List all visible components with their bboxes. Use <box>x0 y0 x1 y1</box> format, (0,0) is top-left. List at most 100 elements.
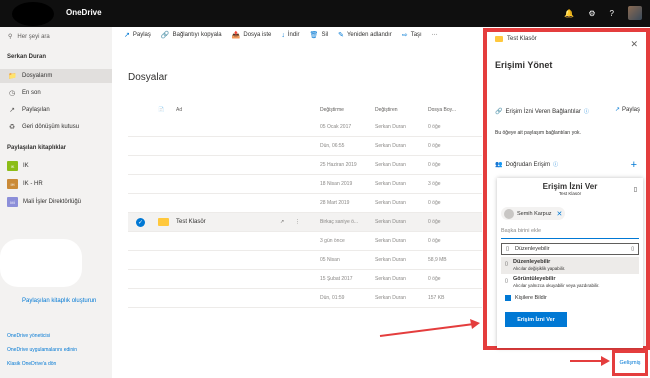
rename-command[interactable]: ✎ Yeniden adlandır <box>338 31 392 39</box>
column-header-modified-by[interactable]: Değiştiren <box>375 107 398 113</box>
gear-icon[interactable]: ⚙ <box>588 9 595 18</box>
view-icon: ▯ <box>505 278 508 284</box>
column-label: Dosya Boy... <box>428 107 456 113</box>
library-item-mali-isler[interactable]: Mİ Mali İşler Direktörlüğü <box>7 197 81 207</box>
more-icon: ··· <box>431 32 438 38</box>
no-links-note: Bu öğeye ait paylaşım bağlantıları yok. <box>495 130 581 136</box>
option-can-edit[interactable]: ▯ Düzenleyebilir Alıcılar değişiklik yap… <box>501 257 639 274</box>
row-modified-by: Serkan Duran <box>375 276 406 282</box>
table-row[interactable]: Dün, 01:59 Serkan Duran 157 KB <box>128 289 482 308</box>
table-row[interactable]: 15 Şubat 2017 Serkan Duran 0 öğe <box>128 270 482 289</box>
add-person-input[interactable]: Başka birini ekle <box>501 228 639 239</box>
permission-dropdown[interactable]: ▯ Düzenleyebilir ▯ <box>501 243 639 255</box>
more-command[interactable]: ··· <box>432 32 438 38</box>
recipient-name: Semih Karpuz <box>517 210 552 217</box>
library-icon: Mİ <box>7 197 18 207</box>
delete-command[interactable]: 🗑 Sil <box>310 31 329 39</box>
table-row[interactable]: 3 gün önce Serkan Duran 0 öğe <box>128 232 482 251</box>
option-can-view[interactable]: ▯ Görüntüleyebilir Alıcılar yalnızca oku… <box>501 274 639 291</box>
permission-value: Düzenleyebilir <box>515 246 550 252</box>
download-command[interactable]: ↓ İndir <box>281 32 299 39</box>
row-name[interactable]: Test Klasör <box>176 219 206 225</box>
share-command[interactable]: ↗ Paylaş <box>124 31 151 39</box>
search-input[interactable]: Her şeyi ara <box>17 34 49 40</box>
row-size: 0 öğe <box>428 124 441 130</box>
avatar[interactable] <box>628 6 642 20</box>
direct-access-section: 👥 Doğrudan Erişim ⓘ <box>495 161 558 169</box>
nav-item-my-files[interactable]: 📁 Dosyalarım <box>0 69 112 83</box>
more-icon[interactable]: ⋮ <box>295 219 300 225</box>
bell-icon[interactable]: 🔔 <box>564 9 574 18</box>
recipient-chip[interactable]: Semih Karpuz ✕ <box>501 207 566 220</box>
app-title[interactable]: OneDrive <box>66 8 102 17</box>
close-icon[interactable]: ✕ <box>630 39 638 50</box>
device-icon: ▯ <box>633 187 637 193</box>
table-row[interactable]: ✓ Test Klasör ↗ ⋮ Birkaç saniye ö... Serkan D… <box>128 213 482 232</box>
row-modified: Dün, 01:59 <box>320 295 345 301</box>
option-desc: Alıcılar değişiklik yapabilir. <box>513 266 566 271</box>
row-modified: Dün, 06:55 <box>320 143 345 149</box>
manage-access-panel: Test Klasör ✕ Erişimi Yönet 🔗 Erişim İzn… <box>483 28 650 350</box>
row-modified: 15 Şubat 2017 <box>320 276 353 282</box>
column-label: Ad <box>176 107 183 113</box>
app-launcher-button[interactable] <box>12 2 54 26</box>
info-icon[interactable]: ⓘ <box>584 108 589 115</box>
column-label: Değiştirme <box>320 107 344 113</box>
notify-checkbox[interactable]: Kişilere Bildir <box>505 295 547 301</box>
column-label: Değiştiren <box>375 107 398 113</box>
move-command[interactable]: ⇨ Taşı <box>402 31 422 39</box>
edit-icon: ▯ <box>505 261 508 267</box>
table-row[interactable]: 05 Ocak 2017 Serkan Duran 0 öğe <box>128 118 482 137</box>
share-icon[interactable]: ↗ <box>280 219 284 225</box>
option-title: Görüntüleyebilir <box>513 276 556 282</box>
footer-link-apps[interactable]: OneDrive uygulamalarını edinin <box>7 347 77 353</box>
search-box[interactable]: ⚲ Her şeyi ara <box>8 33 50 41</box>
check-icon[interactable]: ✓ <box>136 218 145 227</box>
table-row[interactable]: 05 Nisan Serkan Duran 58,9 MB <box>128 251 482 270</box>
row-modified-by: Serkan Duran <box>375 124 406 130</box>
nav-item-recycle-bin[interactable]: ♻ Geri dönüşüm kutusu <box>0 120 112 134</box>
command-bar: ↗ Paylaş 🔗 Bağlantıyı kopyala 📤 Dosya iste … <box>112 27 482 43</box>
library-item-ik-hr[interactable]: IH IK - HR <box>7 179 43 189</box>
table-row[interactable]: 25 Haziran 2019 Serkan Duran 0 öğe <box>128 156 482 175</box>
table-row[interactable]: Dün, 06:55 Serkan Duran 0 öğe <box>128 137 482 156</box>
footer-link-admin[interactable]: OneDrive yöneticisi <box>7 333 50 339</box>
column-header-size[interactable]: Dosya Boy... <box>428 107 456 113</box>
table-row[interactable]: 18 Nisan 2019 Serkan Duran 3 öğe <box>128 175 482 194</box>
delete-icon: 🗑 <box>309 32 319 39</box>
row-modified: 3 gün önce <box>320 238 345 244</box>
row-size: 0 öğe <box>428 219 441 225</box>
redacted-area <box>0 239 82 287</box>
nav-item-shared[interactable]: ↗ Paylaşılan <box>0 103 112 117</box>
shared-libraries-heading: Paylaşılan kitaplıklar <box>7 145 67 151</box>
info-icon[interactable]: ⓘ <box>553 161 558 168</box>
row-size: 0 öğe <box>428 162 441 168</box>
library-icon: IH <box>7 179 18 189</box>
column-type-icon[interactable]: 📄 <box>158 107 164 113</box>
column-header-name[interactable]: Ad <box>176 107 182 113</box>
footer-link-classic[interactable]: Klasik OneDrive'a dön <box>7 361 56 367</box>
move-icon: ⇨ <box>401 32 408 39</box>
command-label: Yeniden adlandır <box>346 32 392 38</box>
add-access-button[interactable]: + <box>631 159 637 171</box>
advanced-link[interactable]: Gelişmiş <box>612 350 648 376</box>
nav-item-recent[interactable]: ◷ En son <box>0 86 112 100</box>
table-row[interactable]: 28 Mart 2019 Serkan Duran 0 öğe <box>128 194 482 213</box>
close-icon[interactable]: ✕ <box>557 210 563 218</box>
library-label: IK - HR <box>23 181 43 187</box>
column-header-modified[interactable]: Değiştirme <box>320 107 344 113</box>
create-library-link[interactable]: Paylaşılan kitaplık oluşturun <box>22 298 96 304</box>
link-icon: 🔗 <box>160 32 170 39</box>
grant-access-dialog: Erişim İzni Ver Test Klasör ▯ Semih Karp… <box>497 178 643 348</box>
grant-access-button[interactable]: Erişim İzni Ver <box>505 312 567 327</box>
row-size: 3 öğe <box>428 181 441 187</box>
row-size: 0 öğe <box>428 276 441 282</box>
panel-share-button[interactable]: ↗ Paylaş <box>615 106 640 114</box>
library-item-ik[interactable]: IK IK <box>7 161 29 171</box>
request-files-command[interactable]: 📤 Dosya iste <box>232 31 272 39</box>
folder-icon: 📁 <box>8 73 17 80</box>
help-icon[interactable]: ? <box>610 9 614 18</box>
library-label: Mali İşler Direktörlüğü <box>23 199 82 205</box>
copy-link-command[interactable]: 🔗 Bağlantıyı kopyala <box>161 31 222 39</box>
row-modified-by: Serkan Duran <box>375 219 406 225</box>
